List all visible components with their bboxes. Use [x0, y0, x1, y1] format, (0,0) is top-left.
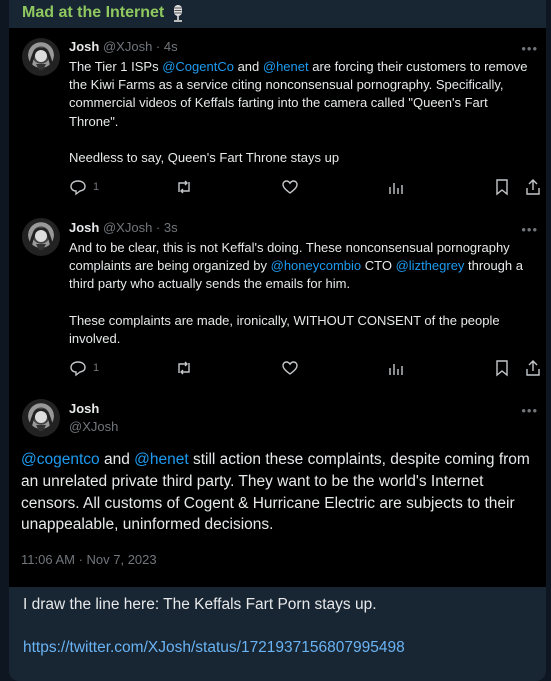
tweet-actions: 1	[9, 178, 546, 198]
tweet-body: And to be clear, this is not Keffal's do…	[69, 239, 539, 348]
tweet-link[interactable]: https://twitter.com/XJosh/status/1721937…	[23, 639, 405, 657]
bookmark-icon	[496, 360, 508, 377]
tweet-2: Josh @XJosh · 3s ••• And to be clear, th…	[9, 208, 546, 390]
channel-title[interactable]: Mad at the Internet	[22, 3, 186, 23]
main-tweet-body: @cogentco and @henet still action these …	[21, 449, 536, 536]
tweet-paragraph: These complaints are made, ironically, W…	[69, 312, 500, 346]
author-name[interactable]: Josh	[69, 401, 99, 416]
retweet-icon	[178, 361, 190, 375]
like-button[interactable]	[281, 178, 299, 196]
mention-link[interactable]: @henet	[134, 451, 189, 468]
bookmark-icon	[496, 179, 508, 196]
share-icon	[526, 179, 540, 195]
bookmark-button[interactable]	[493, 359, 511, 377]
like-button[interactable]	[281, 359, 299, 377]
retweet-button[interactable]	[175, 359, 193, 377]
mention-link[interactable]: @honeycombio	[271, 258, 362, 273]
tweet-text: and	[99, 451, 135, 468]
tweet-paragraph: Needless to say, Queen's Fart Throne sta…	[69, 149, 340, 165]
share-button[interactable]	[524, 178, 542, 196]
more-icon[interactable]: •••	[521, 404, 538, 417]
retweet-icon	[178, 180, 190, 194]
tweet-time: · 3s	[155, 220, 178, 235]
author-handle[interactable]: @XJosh	[69, 419, 118, 434]
mention-link[interactable]: @cogentco	[21, 451, 100, 468]
bookmark-button[interactable]	[493, 178, 511, 196]
share-icon	[526, 360, 540, 376]
tweet-body: The Tier 1 ISPs @CogentCo and @henet are…	[69, 58, 537, 167]
author-name[interactable]: Josh	[69, 39, 99, 54]
avatar[interactable]	[22, 399, 60, 437]
like-icon	[282, 180, 298, 194]
tweet-header: Josh @XJosh · 4s	[69, 39, 178, 54]
reply-button[interactable]: 1	[69, 178, 99, 196]
tweet-timestamp[interactable]: 11:06 AM · Nov 7, 2023	[21, 552, 157, 567]
like-icon	[282, 361, 298, 375]
views-icon	[389, 183, 403, 194]
retweet-button[interactable]	[175, 178, 193, 196]
tweet-embed[interactable]: Josh @XJosh · 4s ••• The Tier 1 ISPs @Co…	[9, 28, 546, 587]
share-button[interactable]	[524, 359, 542, 377]
more-icon[interactable]: •••	[521, 223, 538, 236]
mention-link[interactable]: @lizthegrey	[396, 258, 465, 273]
views-button[interactable]	[387, 178, 405, 196]
mention-link[interactable]: @CogentCo	[162, 59, 234, 74]
author-handle[interactable]: @XJosh	[103, 220, 152, 235]
tweet-1: Josh @XJosh · 4s ••• The Tier 1 ISPs @Co…	[9, 28, 546, 208]
views-button[interactable]	[387, 359, 405, 377]
reply-count: 1	[93, 181, 100, 193]
message-caption: I draw the line here: The Keffals Fart P…	[23, 596, 377, 613]
reply-icon	[70, 180, 86, 196]
tweet-text: The Tier 1 ISPs	[69, 59, 163, 74]
reply-button[interactable]: 1	[69, 359, 99, 377]
avatar[interactable]	[22, 38, 60, 76]
tweet-text: and	[233, 59, 263, 74]
tweet-paragraph: And to be clear, this is not Keffal's do…	[69, 239, 539, 294]
more-icon[interactable]: •••	[521, 42, 538, 55]
views-icon	[389, 364, 403, 375]
reply-icon	[70, 361, 86, 377]
tweet-time: · 4s	[155, 39, 178, 54]
microphone-icon	[170, 4, 186, 22]
channel-title-text: Mad at the Internet	[22, 4, 165, 21]
tweet-header: Josh @XJosh · 3s	[69, 220, 178, 235]
author-handle[interactable]: @XJosh	[103, 39, 152, 54]
reply-count: 1	[93, 362, 100, 374]
author-name[interactable]: Josh	[69, 220, 99, 235]
avatar[interactable]	[22, 218, 60, 256]
mention-link[interactable]: @henet	[263, 59, 309, 74]
tweet-actions: 1	[9, 359, 546, 379]
tweet-text: CTO	[361, 258, 396, 274]
tweet-paragraph: The Tier 1 ISPs @CogentCo and @henet are…	[69, 58, 537, 131]
